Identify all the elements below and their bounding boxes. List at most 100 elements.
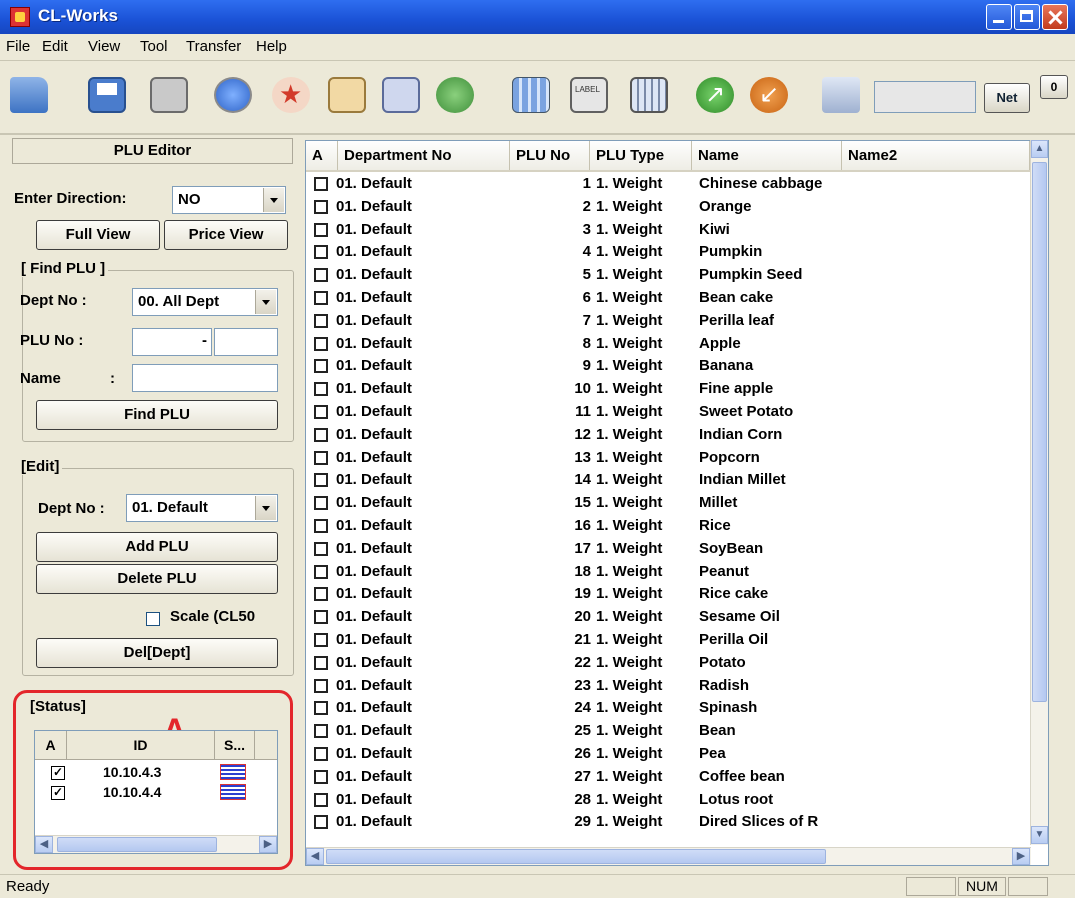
delete-plu-button[interactable]: Delete PLU: [36, 564, 278, 594]
full-view-button[interactable]: Full View: [36, 220, 160, 250]
scroll-up-icon[interactable]: ▲: [1031, 140, 1048, 158]
keyboard-icon[interactable]: [630, 77, 668, 113]
plu-row[interactable]: 01. Default161. WeightRice(: [306, 515, 1045, 538]
plu-row-checkbox[interactable]: [314, 678, 328, 693]
scale-checkbox[interactable]: [146, 612, 160, 626]
plu-row[interactable]: 01. Default231. WeightRadish(: [306, 675, 1045, 698]
menu-view[interactable]: View: [88, 38, 120, 55]
plu-row[interactable]: 01. Default221. WeightPotato(: [306, 652, 1045, 675]
plu-row[interactable]: 01. Default191. WeightRice cake(: [306, 583, 1045, 606]
plu-vscrollbar[interactable]: ▲ ▼: [1030, 140, 1048, 845]
scroll-right-icon[interactable]: ▶: [1012, 848, 1030, 865]
chevron-down-icon[interactable]: [255, 290, 276, 314]
close-button[interactable]: [1042, 4, 1068, 30]
plu-row[interactable]: 01. Default101. WeightFine apple(: [306, 378, 1045, 401]
scroll-thumb[interactable]: [1032, 162, 1047, 702]
plu-row[interactable]: 01. Default141. WeightIndian Millet(: [306, 469, 1045, 492]
plu-row[interactable]: 01. Default51. WeightPumpkin Seed(: [306, 264, 1045, 287]
plu-row[interactable]: 01. Default261. WeightPea(: [306, 743, 1045, 766]
plu-row-checkbox[interactable]: [314, 222, 328, 237]
label-icon[interactable]: [570, 77, 608, 113]
print-icon[interactable]: [150, 77, 188, 113]
plu-row[interactable]: 01. Default271. WeightCoffee bean(: [306, 766, 1045, 789]
price-view-button[interactable]: Price View: [164, 220, 288, 250]
col-plu-no[interactable]: PLU No: [510, 141, 590, 170]
plu-row-checkbox[interactable]: [314, 587, 328, 602]
edit-dept-select[interactable]: 01. Default: [126, 494, 278, 522]
plu-row-checkbox[interactable]: [314, 427, 328, 442]
status-row[interactable]: ✓ 10.10.4.3: [35, 763, 277, 783]
status-row[interactable]: ✓ 10.10.4.4: [35, 783, 277, 803]
plu-row-checkbox[interactable]: [314, 450, 328, 465]
plu-row-checkbox[interactable]: [314, 519, 328, 533]
plu-row[interactable]: 01. Default131. WeightPopcorn(: [306, 447, 1045, 470]
plu-row-checkbox[interactable]: [314, 747, 328, 761]
download-2-icon[interactable]: [382, 77, 420, 113]
plu-row[interactable]: 01. Default61. WeightBean cake(: [306, 287, 1045, 310]
chevron-down-icon[interactable]: [255, 496, 276, 520]
plu-icon[interactable]: [214, 77, 252, 113]
zero-button[interactable]: 0: [1040, 75, 1068, 99]
plu-row[interactable]: 01. Default111. WeightSweet Potato(: [306, 401, 1045, 424]
status-row-checkbox[interactable]: ✓: [51, 766, 65, 780]
name-search-input[interactable]: [132, 364, 278, 392]
plu-no-to-input[interactable]: [214, 328, 278, 356]
chevron-down-icon[interactable]: [263, 188, 284, 212]
plu-row[interactable]: 01. Default121. WeightIndian Corn(: [306, 424, 1045, 447]
menu-file[interactable]: File: [6, 38, 30, 55]
menu-tool[interactable]: Tool: [140, 38, 168, 55]
plu-row[interactable]: 01. Default181. WeightPeanut(: [306, 561, 1045, 584]
scroll-down-icon[interactable]: ▼: [1031, 826, 1048, 844]
plu-row-checkbox[interactable]: [314, 405, 328, 419]
col-name2[interactable]: Name2: [842, 141, 1030, 170]
minimize-button[interactable]: [986, 4, 1012, 30]
plu-row-checkbox[interactable]: [314, 769, 328, 784]
plu-row-checkbox[interactable]: [314, 245, 328, 260]
status-col-id[interactable]: ID: [67, 731, 215, 759]
plu-row-checkbox[interactable]: [314, 382, 328, 397]
plu-row-checkbox[interactable]: [314, 564, 328, 579]
plu-row[interactable]: 01. Default11. WeightChinese cabbage(: [306, 173, 1045, 196]
scroll-left-icon[interactable]: ◀: [306, 848, 324, 865]
menu-transfer[interactable]: Transfer: [186, 38, 241, 55]
plu-row[interactable]: 01. Default291. WeightDired Slices of R(: [306, 811, 1045, 834]
net-button[interactable]: Net: [984, 83, 1030, 113]
plu-row[interactable]: 01. Default251. WeightBean(: [306, 720, 1045, 743]
col-a[interactable]: A: [306, 141, 338, 170]
plu-row-checkbox[interactable]: [314, 496, 328, 511]
enter-direction-select[interactable]: NO: [172, 186, 286, 214]
scroll-right-icon[interactable]: ▶: [259, 836, 277, 853]
plu-row-checkbox[interactable]: [314, 701, 328, 716]
plu-row-checkbox[interactable]: [314, 473, 328, 488]
download-icon[interactable]: [328, 77, 366, 113]
plu-row-checkbox[interactable]: [314, 359, 328, 374]
plu-row[interactable]: 01. Default41. WeightPumpkin(: [306, 241, 1045, 264]
plu-row[interactable]: 01. Default211. WeightPerilla Oil(: [306, 629, 1045, 652]
find-plu-button[interactable]: Find PLU: [36, 400, 278, 430]
settings-icon[interactable]: [822, 77, 860, 113]
add-plu-button[interactable]: Add PLU: [36, 532, 278, 562]
plu-row[interactable]: 01. Default21. WeightOrange(: [306, 196, 1045, 219]
plu-row-checkbox[interactable]: [314, 336, 328, 351]
scroll-left-icon[interactable]: ◀: [35, 836, 53, 853]
plu-row-checkbox[interactable]: [314, 291, 328, 305]
plu-row-checkbox[interactable]: [314, 724, 328, 739]
back-icon[interactable]: [750, 77, 788, 113]
col-plu-type[interactable]: PLU Type: [590, 141, 692, 170]
del-dept-button[interactable]: Del[Dept]: [36, 638, 278, 668]
plu-row[interactable]: 01. Default201. WeightSesame Oil(: [306, 606, 1045, 629]
plu-no-from-input[interactable]: [132, 328, 212, 356]
col-department-no[interactable]: Department No: [338, 141, 510, 170]
plu-row-checkbox[interactable]: [314, 610, 328, 625]
plu-row-checkbox[interactable]: [314, 541, 328, 556]
plu-row-checkbox[interactable]: [314, 199, 328, 214]
plu-row[interactable]: 01. Default31. WeightKiwi(: [306, 219, 1045, 242]
status-hscrollbar[interactable]: ◀ ▶: [35, 835, 277, 853]
star-icon[interactable]: [272, 77, 310, 113]
status-col-s[interactable]: S...: [215, 731, 255, 759]
col-name[interactable]: Name: [692, 141, 842, 170]
plu-row-checkbox[interactable]: [314, 268, 328, 283]
upgrade-icon[interactable]: [696, 77, 734, 113]
plu-row[interactable]: 01. Default151. WeightMillet(: [306, 492, 1045, 515]
plu-row-checkbox[interactable]: [314, 815, 328, 830]
